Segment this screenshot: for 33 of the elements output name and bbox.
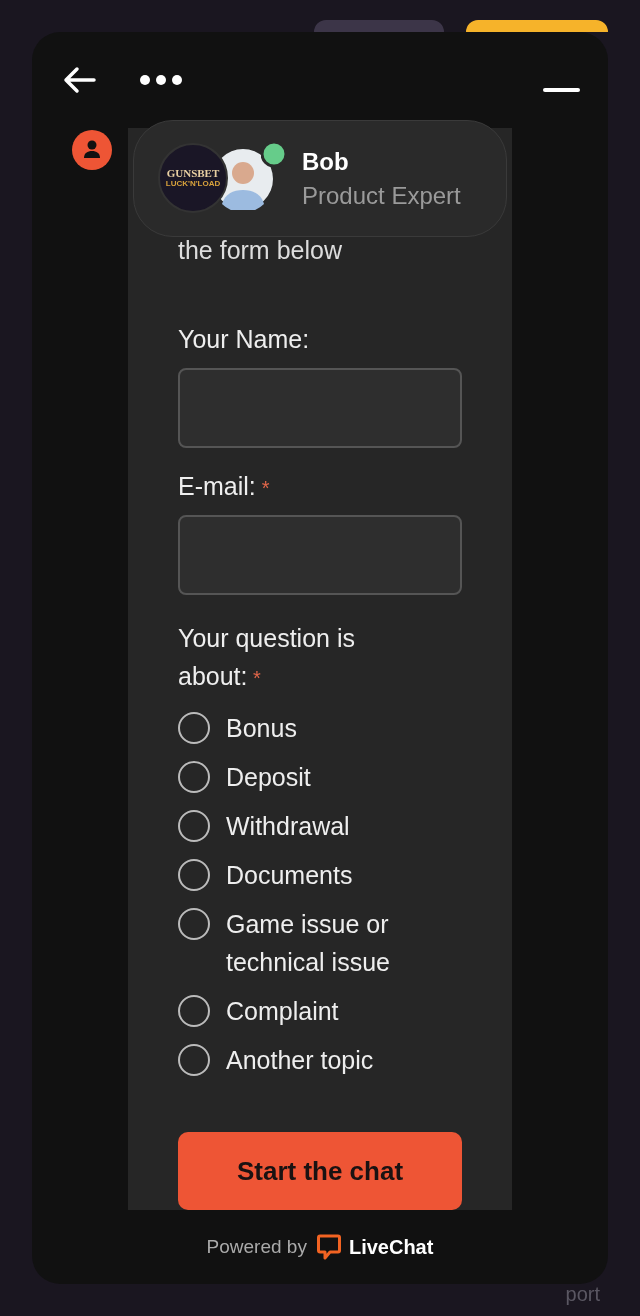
minimize-icon[interactable] [543, 88, 580, 92]
radio-button[interactable] [178, 859, 210, 891]
option-label[interactable]: Deposit [226, 758, 311, 796]
radio-button[interactable] [178, 810, 210, 842]
field-label: E-mail: [178, 472, 256, 501]
more-options-icon[interactable] [140, 75, 182, 85]
field-label: Your question is about: * [178, 623, 356, 692]
radio-button[interactable] [178, 761, 210, 793]
back-arrow-icon[interactable] [62, 66, 96, 94]
option-label[interactable]: Documents [226, 856, 353, 894]
radio-button[interactable] [178, 908, 210, 940]
start-chat-button[interactable]: Start the chat [178, 1132, 462, 1210]
option-label[interactable]: Game issue or technical issue [226, 905, 462, 981]
user-icon [72, 130, 112, 170]
background-text: port [565, 1283, 600, 1306]
input-field[interactable] [178, 368, 462, 448]
option-label[interactable]: Complaint [226, 992, 339, 1030]
brand-name[interactable]: LiveChat [348, 1235, 434, 1259]
option-label[interactable]: Another topic [226, 1041, 374, 1079]
intro-text: the form below [178, 236, 343, 265]
radio-button[interactable] [178, 712, 210, 744]
input-field[interactable] [178, 515, 462, 595]
radio-button[interactable] [178, 995, 210, 1027]
required-mark: * [261, 477, 270, 500]
powered-by-text: Powered by [206, 1236, 307, 1258]
field-label: Your Name: [178, 325, 310, 354]
brand-logo: GUNSBET LUCK'N'LOAD [158, 142, 228, 213]
chat-bubble-icon [316, 1234, 341, 1260]
agent-name: Bob [302, 147, 350, 176]
option-label[interactable]: Bonus [226, 709, 297, 747]
radio-button[interactable] [178, 1044, 210, 1076]
agent-role: Product Expert [302, 181, 461, 210]
option-label[interactable]: Withdrawal [226, 807, 350, 845]
